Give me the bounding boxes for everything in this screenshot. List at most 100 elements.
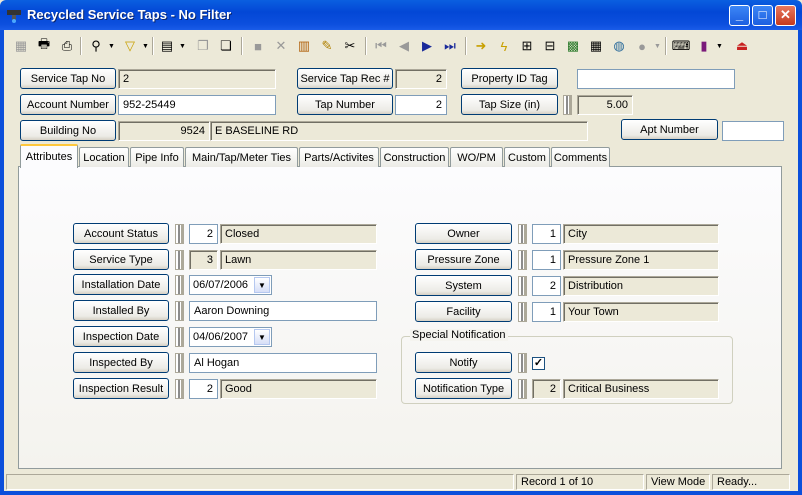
tree-icon[interactable]: ⊞ xyxy=(516,35,538,57)
inspection-result-button[interactable]: Inspection Result xyxy=(73,378,169,399)
owner-code[interactable]: 1 xyxy=(532,224,561,244)
account-status-button[interactable]: Account Status xyxy=(73,223,169,244)
search-disabled-icon[interactable]: ● xyxy=(631,35,653,57)
chevron-down-icon[interactable]: ▼ xyxy=(254,329,270,345)
close-button[interactable]: ✕ xyxy=(775,5,796,26)
pencil-icon[interactable]: ✎ xyxy=(316,35,338,57)
lookup-grip[interactable] xyxy=(175,301,184,321)
arrow-right-icon[interactable]: ➜ xyxy=(470,35,492,57)
account-status-code[interactable]: 2 xyxy=(189,224,218,244)
print-preview-icon[interactable]: ⎙ xyxy=(56,35,78,57)
scissors-icon[interactable]: ✂ xyxy=(339,35,361,57)
lookup-grip[interactable] xyxy=(518,250,527,270)
inspection-date-button[interactable]: Inspection Date xyxy=(73,326,169,347)
lookup-grip[interactable] xyxy=(175,327,184,347)
property-id-tag-button[interactable]: Property ID Tag xyxy=(461,68,558,89)
binoculars-icon[interactable]: ⚲ xyxy=(85,35,107,57)
previous-record-icon[interactable]: ◀ xyxy=(393,35,415,57)
form-icon[interactable]: ▤ xyxy=(156,35,178,57)
copy-icon[interactable]: ❐ xyxy=(192,35,214,57)
last-record-icon[interactable]: ⏭ xyxy=(439,35,461,57)
notify-button[interactable]: Notify xyxy=(415,352,512,373)
tab-location[interactable]: Location xyxy=(79,147,129,167)
chevron-down-icon[interactable]: ▼ xyxy=(653,35,662,57)
chevron-down-icon[interactable]: ▼ xyxy=(715,35,724,57)
lookup-grip[interactable] xyxy=(518,353,527,373)
save-icon[interactable]: ▦ xyxy=(10,35,32,57)
owner-button[interactable]: Owner xyxy=(415,223,512,244)
lookup-grip[interactable] xyxy=(518,379,527,399)
tab-comments[interactable]: Comments xyxy=(551,147,610,167)
exit-icon[interactable]: ⏏ xyxy=(731,35,753,57)
lookup-grip[interactable] xyxy=(175,275,184,295)
lookup-grip[interactable] xyxy=(518,302,527,322)
apt-number-input[interactable] xyxy=(722,121,784,141)
network-icon[interactable]: ⊟ xyxy=(539,35,561,57)
chevron-down-icon[interactable]: ▼ xyxy=(141,35,150,57)
keyboard-icon[interactable]: ⌨ xyxy=(670,35,692,57)
installed-by-button[interactable]: Installed By xyxy=(73,300,169,321)
tab-attributes[interactable]: Attributes xyxy=(20,144,78,168)
tap-number-button[interactable]: Tap Number xyxy=(297,94,393,115)
pressure-zone-button[interactable]: Pressure Zone xyxy=(415,249,512,270)
chevron-down-icon[interactable]: ▼ xyxy=(178,35,187,57)
tap-number-input[interactable]: 2 xyxy=(395,95,447,115)
tab-main-tap-meter-ties[interactable]: Main/Tap/Meter Ties xyxy=(185,147,298,167)
paste-icon[interactable]: ❏ xyxy=(215,35,237,57)
building-no-button[interactable]: Building No xyxy=(20,120,116,141)
apt-number-button[interactable]: Apt Number xyxy=(621,119,718,140)
tab-pipe-info[interactable]: Pipe Info xyxy=(130,147,184,167)
next-record-icon[interactable]: ▶ xyxy=(416,35,438,57)
lookup-grip[interactable] xyxy=(175,224,184,244)
lookup-grip[interactable] xyxy=(518,276,527,296)
notification-type-button[interactable]: Notification Type xyxy=(415,378,512,399)
books-icon[interactable]: ▮ xyxy=(693,35,715,57)
tab-parts-activites[interactable]: Parts/Activites xyxy=(299,147,379,167)
chevron-down-icon[interactable]: ▼ xyxy=(107,35,116,57)
ready-status: Ready... xyxy=(712,474,790,490)
globe-icon[interactable]: ◍ xyxy=(608,35,630,57)
tab-construction[interactable]: Construction xyxy=(380,147,449,167)
stop-icon[interactable]: ■ xyxy=(247,35,269,57)
account-number-input[interactable]: 952-25449 xyxy=(118,95,276,115)
installation-date-picker[interactable]: 06/07/2006 ▼ xyxy=(189,275,272,295)
map-icon[interactable]: ▩ xyxy=(562,35,584,57)
status-message xyxy=(6,474,514,490)
delete-icon[interactable]: ✕ xyxy=(270,35,292,57)
facility-button[interactable]: Facility xyxy=(415,301,512,322)
title-bar[interactable]: Recycled Service Taps - No Filter _ □ ✕ xyxy=(0,0,802,30)
service-tap-rec-button[interactable]: Service Tap Rec # xyxy=(297,68,393,89)
tap-size-button[interactable]: Tap Size (in) xyxy=(461,94,558,115)
lightning-icon[interactable]: ϟ xyxy=(493,35,515,57)
minimize-button[interactable]: _ xyxy=(729,5,750,26)
lookup-grip[interactable] xyxy=(175,379,184,399)
filter-icon[interactable]: ▽ xyxy=(119,35,141,57)
lookup-grip[interactable] xyxy=(518,224,527,244)
installation-date-button[interactable]: Installation Date xyxy=(73,274,169,295)
pressure-zone-code[interactable]: 1 xyxy=(532,250,561,270)
inspection-result-code[interactable]: 2 xyxy=(189,379,218,399)
calculator-icon[interactable]: ▦ xyxy=(585,35,607,57)
service-tap-no-button[interactable]: Service Tap No xyxy=(20,68,116,89)
maximize-button[interactable]: □ xyxy=(752,5,773,26)
print-icon[interactable]: 🖶 xyxy=(33,35,55,57)
lookup-grip[interactable] xyxy=(175,353,184,373)
first-record-icon[interactable]: ⏮ xyxy=(370,35,392,57)
service-type-button[interactable]: Service Type xyxy=(73,249,169,270)
system-code[interactable]: 2 xyxy=(532,276,561,296)
property-id-tag-input[interactable] xyxy=(577,69,735,89)
chevron-down-icon[interactable]: ▼ xyxy=(254,277,270,293)
lookup-grip[interactable] xyxy=(175,250,184,270)
system-button[interactable]: System xyxy=(415,275,512,296)
installed-by-input[interactable]: Aaron Downing xyxy=(189,301,377,321)
facility-code[interactable]: 1 xyxy=(532,302,561,322)
stack-icon[interactable]: ▥ xyxy=(293,35,315,57)
tab-custom[interactable]: Custom xyxy=(504,147,550,167)
lookup-grip[interactable] xyxy=(563,95,572,115)
account-number-button[interactable]: Account Number xyxy=(20,94,116,115)
inspected-by-button[interactable]: Inspected By xyxy=(73,352,169,373)
tab-wo-pm[interactable]: WO/PM xyxy=(450,147,503,167)
inspected-by-input[interactable]: Al Hogan xyxy=(189,353,377,373)
notify-checkbox[interactable]: ✓ xyxy=(532,357,545,370)
inspection-date-picker[interactable]: 04/06/2007 ▼ xyxy=(189,327,272,347)
